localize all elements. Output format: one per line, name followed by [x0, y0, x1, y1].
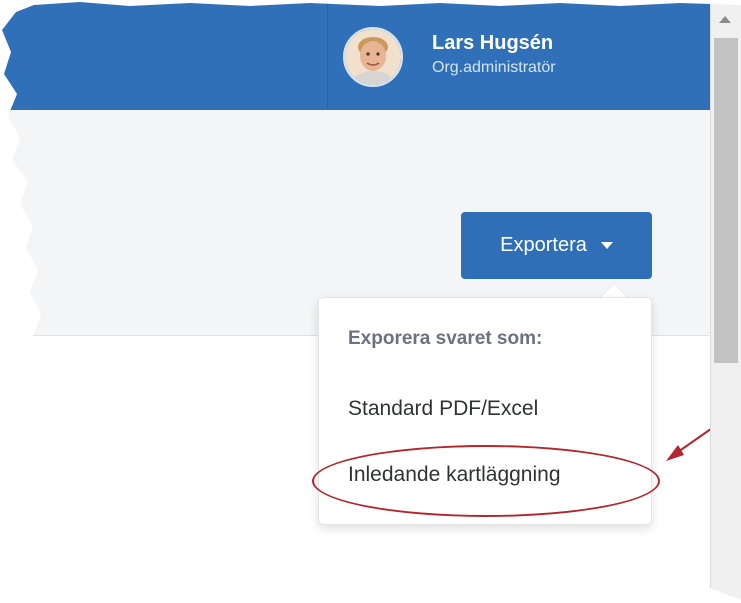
annotation-arrow	[666, 407, 741, 461]
scrollbar-thumb[interactable]	[714, 38, 738, 363]
scroll-up-arrow-icon[interactable]	[719, 16, 731, 23]
screenshot-frame: Lars Hugsén Org.administratör Exportera …	[2, 2, 741, 600]
